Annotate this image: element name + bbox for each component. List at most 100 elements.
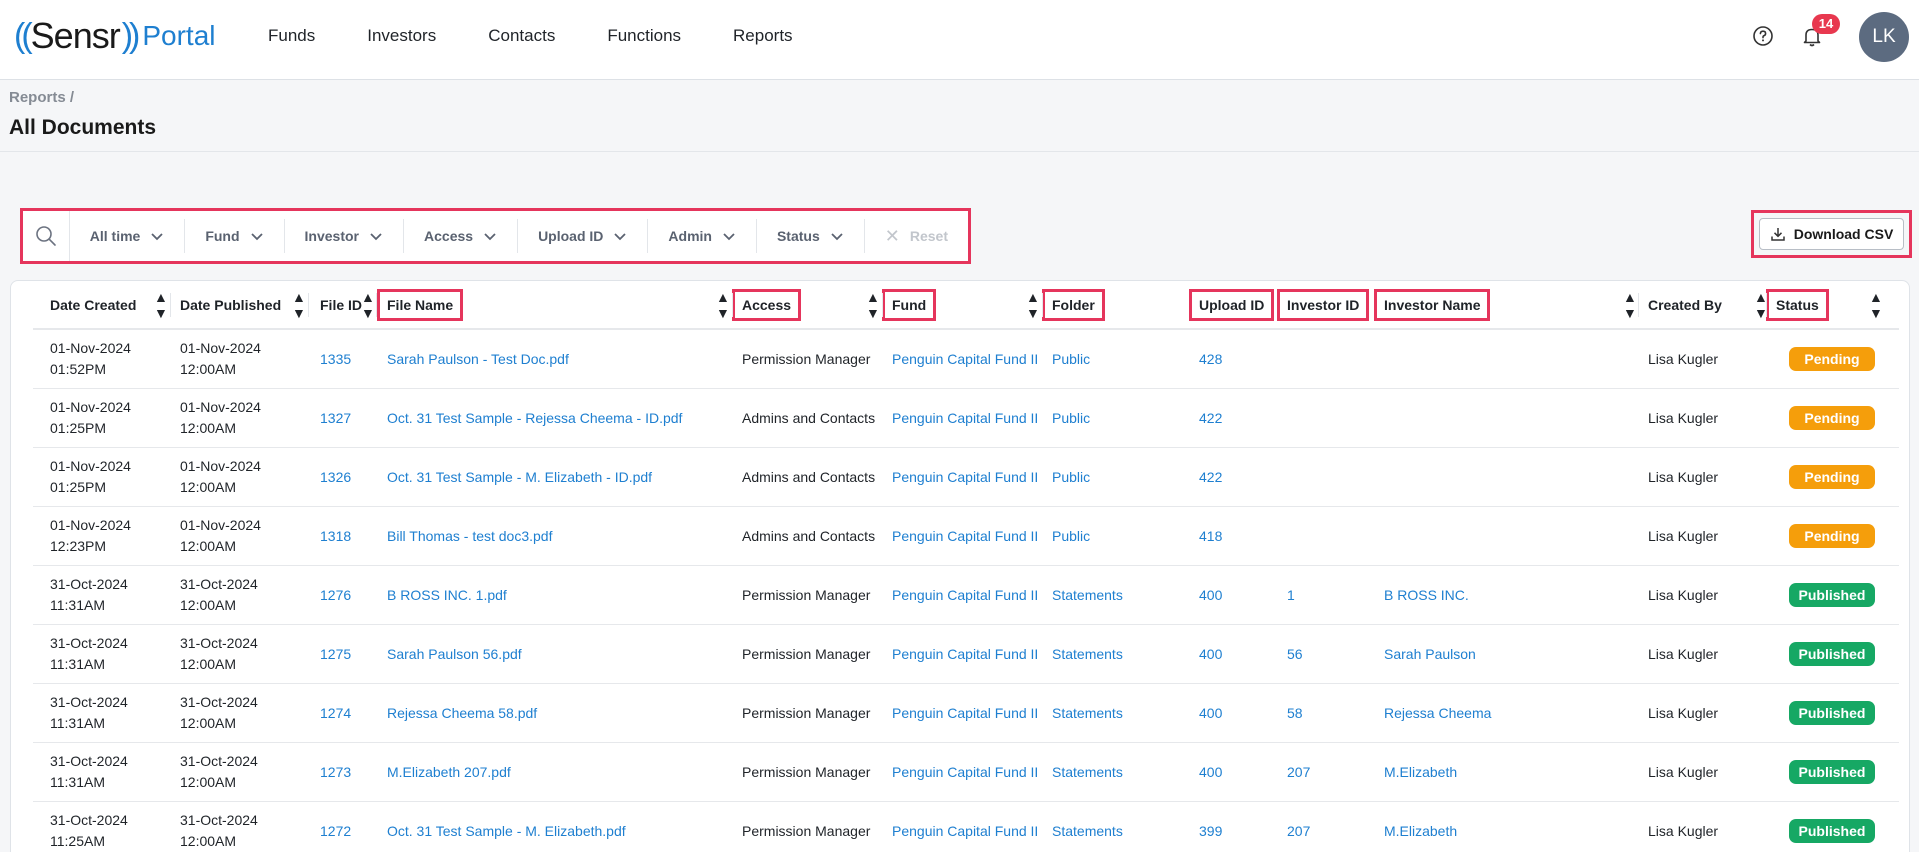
cell-upload-id[interactable]: 400: [1199, 743, 1222, 801]
filter-upload-id[interactable]: Upload ID: [518, 219, 649, 253]
sort-icon[interactable]: ▲ ▼: [1026, 281, 1040, 328]
cell-file-id[interactable]: 1276: [320, 566, 351, 624]
cell-fund[interactable]: Penguin Capital Fund II: [892, 389, 1038, 447]
cell-investor-id[interactable]: 207: [1287, 802, 1310, 852]
column-access[interactable]: Access: [732, 281, 802, 328]
reset-filters-button[interactable]: ✕ Reset: [865, 226, 968, 247]
nav-funds[interactable]: Funds: [268, 24, 315, 48]
cell-investor-id[interactable]: 207: [1287, 743, 1310, 801]
cell-folder[interactable]: Public: [1052, 330, 1090, 388]
cell-investor-name[interactable]: M.Elizabeth: [1384, 802, 1457, 852]
user-avatar[interactable]: LK: [1859, 12, 1909, 62]
cell-fund[interactable]: Penguin Capital Fund II: [892, 684, 1038, 742]
cell-investor-id[interactable]: 1: [1287, 566, 1295, 624]
cell-investor-name[interactable]: M.Elizabeth: [1384, 743, 1457, 801]
cell-upload-id[interactable]: 422: [1199, 448, 1222, 506]
column-date-published[interactable]: Date Published: [180, 281, 281, 328]
column-investor-name[interactable]: Investor Name: [1374, 281, 1491, 328]
cell-upload-id[interactable]: 400: [1199, 566, 1222, 624]
column-fund[interactable]: Fund: [882, 281, 937, 328]
sensr-portal-logo[interactable]: (( Sensr )) Portal: [14, 14, 216, 58]
cell-investor-name[interactable]: Sarah Paulson: [1384, 625, 1476, 683]
breadcrumb[interactable]: Reports /: [9, 89, 74, 106]
column-status[interactable]: Status: [1766, 281, 1829, 328]
table-row[interactable]: 01-Nov-2024 01:25PM 01-Nov-2024 12:00AM 1327…: [33, 389, 1899, 448]
cell-investor-name[interactable]: B ROSS INC.: [1384, 566, 1469, 624]
cell-file-name[interactable]: Sarah Paulson 56.pdf: [387, 625, 522, 683]
cell-file-name[interactable]: Oct. 31 Test Sample - M. Elizabeth - ID.…: [387, 448, 652, 506]
cell-fund[interactable]: Penguin Capital Fund II: [892, 566, 1038, 624]
cell-file-id[interactable]: 1326: [320, 448, 351, 506]
filter-fund[interactable]: Fund: [185, 219, 285, 253]
sort-icon[interactable]: ▲ ▼: [1623, 281, 1637, 328]
download-csv-button[interactable]: Download CSV: [1759, 218, 1904, 250]
cell-file-name[interactable]: Oct. 31 Test Sample - Rejessa Cheema - I…: [387, 389, 682, 447]
cell-file-name[interactable]: Sarah Paulson - Test Doc.pdf: [387, 330, 569, 388]
nav-contacts[interactable]: Contacts: [488, 24, 555, 48]
table-row[interactable]: 31-Oct-2024 11:25AM 31-Oct-2024 12:00AM 1272…: [33, 802, 1899, 852]
cell-fund[interactable]: Penguin Capital Fund II: [892, 448, 1038, 506]
search-button[interactable]: [23, 211, 70, 261]
cell-file-id[interactable]: 1327: [320, 389, 351, 447]
sort-icon[interactable]: ▲ ▼: [1869, 281, 1883, 328]
filter-access[interactable]: Access: [404, 219, 519, 253]
cell-upload-id[interactable]: 400: [1199, 684, 1222, 742]
cell-fund[interactable]: Penguin Capital Fund II: [892, 743, 1038, 801]
cell-investor-name[interactable]: Rejessa Cheema: [1384, 684, 1491, 742]
nav-investors[interactable]: Investors: [367, 24, 436, 48]
cell-file-id[interactable]: 1335: [320, 330, 351, 388]
cell-file-name[interactable]: M.Elizabeth 207.pdf: [387, 743, 511, 801]
nav-reports[interactable]: Reports: [733, 24, 793, 48]
cell-upload-id[interactable]: 422: [1199, 389, 1222, 447]
cell-file-name[interactable]: Oct. 31 Test Sample - M. Elizabeth.pdf: [387, 802, 626, 852]
cell-file-id[interactable]: 1274: [320, 684, 351, 742]
sort-icon[interactable]: ▲ ▼: [361, 281, 375, 328]
cell-file-id[interactable]: 1318: [320, 507, 351, 565]
filter-investor[interactable]: Investor: [285, 219, 405, 253]
cell-file-id[interactable]: 1272: [320, 802, 351, 852]
cell-fund[interactable]: Penguin Capital Fund II: [892, 507, 1038, 565]
table-row[interactable]: 01-Nov-2024 01:25PM 01-Nov-2024 12:00AM 1326…: [33, 448, 1899, 507]
nav-functions[interactable]: Functions: [607, 24, 681, 48]
cell-folder[interactable]: Statements: [1052, 743, 1123, 801]
cell-folder[interactable]: Public: [1052, 389, 1090, 447]
cell-folder[interactable]: Statements: [1052, 625, 1123, 683]
cell-file-name[interactable]: Rejessa Cheema 58.pdf: [387, 684, 537, 742]
table-row[interactable]: 31-Oct-2024 11:31AM 31-Oct-2024 12:00AM 1276…: [33, 566, 1899, 625]
column-upload-id[interactable]: Upload ID: [1189, 281, 1275, 328]
sort-icon[interactable]: ▲ ▼: [154, 281, 168, 328]
table-row[interactable]: 31-Oct-2024 11:31AM 31-Oct-2024 12:00AM 1275…: [33, 625, 1899, 684]
column-investor-id[interactable]: Investor ID: [1277, 281, 1370, 328]
cell-folder[interactable]: Public: [1052, 507, 1090, 565]
cell-file-name[interactable]: Bill Thomas - test doc3.pdf: [387, 507, 552, 565]
sort-icon[interactable]: ▲ ▼: [866, 281, 880, 328]
filter-date-range[interactable]: All time: [70, 219, 186, 253]
cell-file-id[interactable]: 1273: [320, 743, 351, 801]
column-file-name[interactable]: File Name: [377, 281, 464, 328]
sort-icon[interactable]: ▲ ▼: [292, 281, 306, 328]
filter-admin[interactable]: Admin: [648, 219, 757, 253]
cell-fund[interactable]: Penguin Capital Fund II: [892, 625, 1038, 683]
column-folder[interactable]: Folder: [1042, 281, 1105, 328]
cell-investor-id[interactable]: 58: [1287, 684, 1303, 742]
cell-file-name[interactable]: B ROSS INC. 1.pdf: [387, 566, 507, 624]
column-file-id[interactable]: File ID: [320, 281, 362, 328]
cell-fund[interactable]: Penguin Capital Fund II: [892, 802, 1038, 852]
sort-icon[interactable]: ▲ ▼: [716, 281, 730, 328]
cell-file-id[interactable]: 1275: [320, 625, 351, 683]
cell-folder[interactable]: Statements: [1052, 684, 1123, 742]
cell-upload-id[interactable]: 428: [1199, 330, 1222, 388]
cell-fund[interactable]: Penguin Capital Fund II: [892, 330, 1038, 388]
cell-investor-id[interactable]: 56: [1287, 625, 1303, 683]
table-row[interactable]: 31-Oct-2024 11:31AM 31-Oct-2024 12:00AM 1273…: [33, 743, 1899, 802]
cell-folder[interactable]: Statements: [1052, 566, 1123, 624]
table-row[interactable]: 31-Oct-2024 11:31AM 31-Oct-2024 12:00AM 1274…: [33, 684, 1899, 743]
cell-folder[interactable]: Public: [1052, 448, 1090, 506]
cell-upload-id[interactable]: 418: [1199, 507, 1222, 565]
help-icon[interactable]: [1752, 25, 1774, 47]
table-row[interactable]: 01-Nov-2024 01:52PM 01-Nov-2024 12:00AM 1335…: [33, 330, 1899, 389]
cell-upload-id[interactable]: 399: [1199, 802, 1222, 852]
column-created-by[interactable]: Created By: [1648, 281, 1722, 328]
filter-status[interactable]: Status: [757, 219, 865, 253]
cell-folder[interactable]: Statements: [1052, 802, 1123, 852]
